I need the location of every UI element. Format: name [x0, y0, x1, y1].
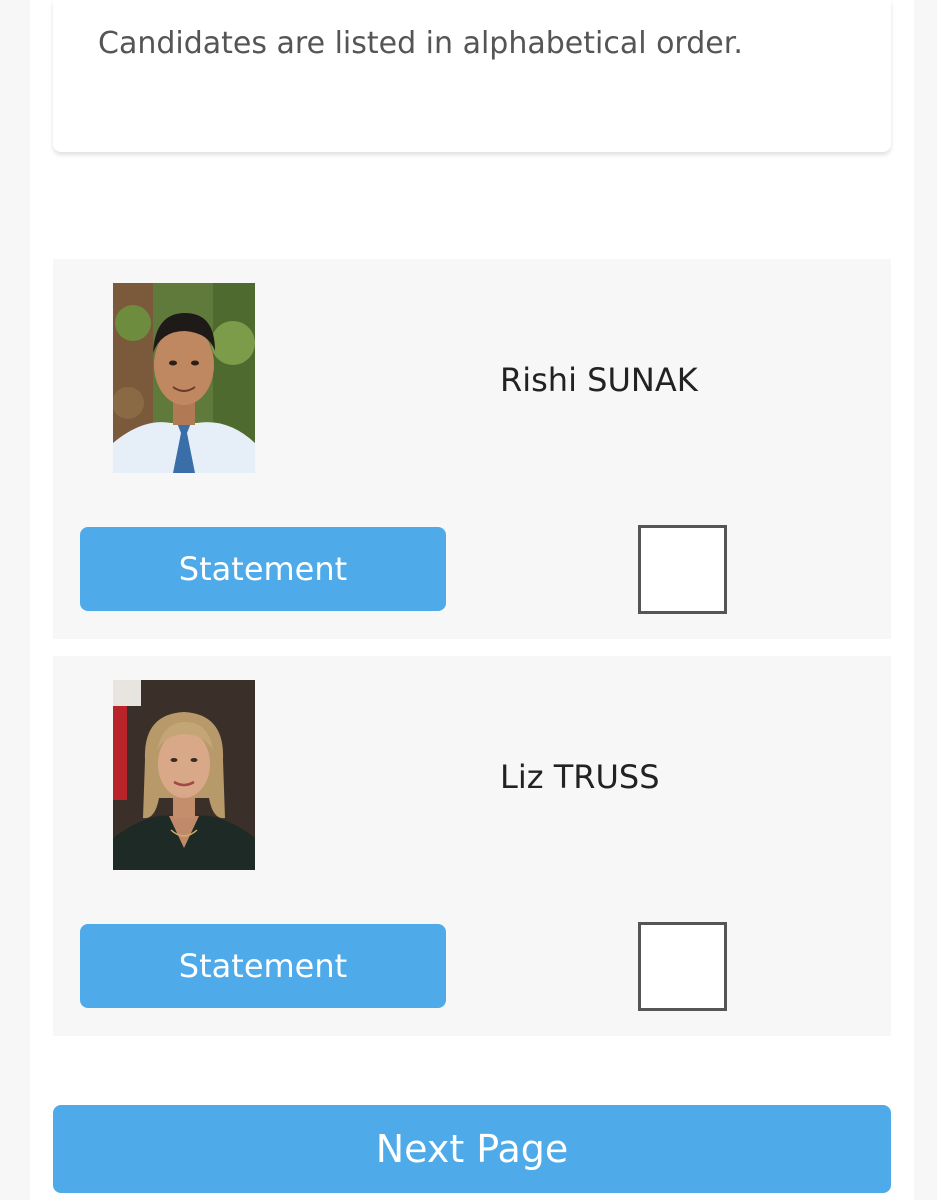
ballot-page: Candidates are listed in alphabetical or… — [30, 0, 914, 1200]
vote-checkbox[interactable] — [638, 525, 727, 614]
intro-text: Candidates are listed in alphabetical or… — [98, 26, 743, 61]
candidate-card: Rishi SUNAK Statement — [53, 259, 891, 639]
statement-button[interactable]: Statement — [80, 924, 446, 1008]
candidate-card: Liz TRUSS Statement — [53, 656, 891, 1036]
candidate-name: Liz TRUSS — [500, 758, 660, 796]
statement-button[interactable]: Statement — [80, 527, 446, 611]
candidate-name: Rishi SUNAK — [500, 361, 698, 399]
next-page-button[interactable]: Next Page — [53, 1105, 891, 1193]
candidate-photo — [113, 283, 255, 473]
candidate-portrait-image — [113, 283, 255, 473]
candidate-portrait-image — [113, 680, 255, 870]
vote-checkbox[interactable] — [638, 922, 727, 1011]
intro-card: Candidates are listed in alphabetical or… — [53, 0, 891, 152]
candidate-photo — [113, 680, 255, 870]
